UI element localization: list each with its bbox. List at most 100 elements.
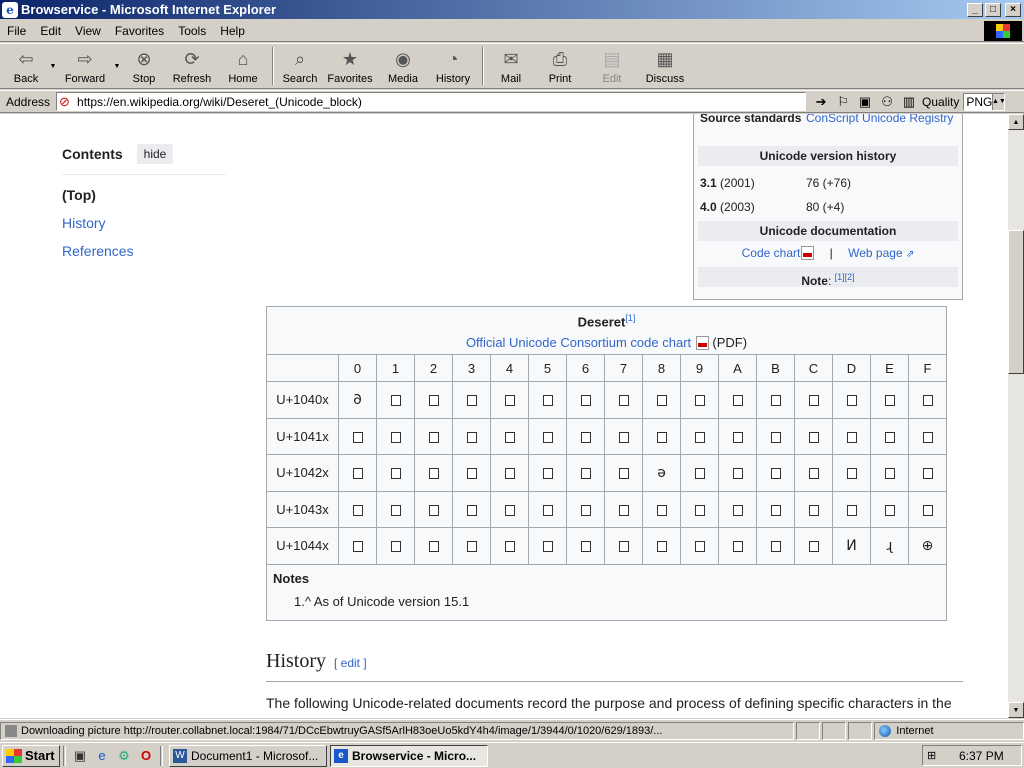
codepoint-cell[interactable]: [376, 381, 415, 419]
codepoint-cell[interactable]: ɻ: [870, 527, 909, 565]
favorites-button[interactable]: ★ Favorites: [322, 44, 378, 88]
codepoint-cell[interactable]: [680, 381, 719, 419]
codepoint-cell[interactable]: [680, 454, 719, 492]
scroll-thumb[interactable]: [1008, 230, 1024, 374]
ie-app-icon[interactable]: e: [2, 1, 18, 18]
codepoint-cell[interactable]: [338, 527, 377, 565]
refresh-button[interactable]: ⟳ Refresh: [166, 44, 218, 88]
ie-quicklaunch-icon[interactable]: e: [93, 747, 111, 765]
codepoint-cell[interactable]: И: [832, 527, 871, 565]
infobox-source-link[interactable]: ConScript Unicode Registry: [806, 114, 958, 125]
minimize-button[interactable]: _: [967, 2, 983, 17]
codepoint-cell[interactable]: [414, 454, 453, 492]
menu-help[interactable]: Help: [213, 24, 252, 38]
codepoint-cell[interactable]: [376, 417, 415, 455]
toc-item-history[interactable]: History: [62, 215, 226, 233]
codepoint-cell[interactable]: [376, 527, 415, 565]
code-chart-pdf-link[interactable]: Official Unicode Consortium code chart: [466, 335, 691, 350]
table-title-ref[interactable]: [1]: [625, 313, 635, 323]
home-button[interactable]: ⌂ Home: [218, 44, 268, 88]
codepoint-cell[interactable]: [414, 490, 453, 528]
close-button[interactable]: ×: [1005, 2, 1021, 17]
codepoint-cell[interactable]: [452, 527, 491, 565]
codepoint-cell[interactable]: [490, 381, 529, 419]
spin-arrow-icon[interactable]: ▲▼: [992, 93, 1006, 110]
codepoint-cell[interactable]: [680, 490, 719, 528]
codepoint-cell[interactable]: [718, 454, 757, 492]
note-references[interactable]: [1][2]: [835, 272, 855, 282]
discuss-button[interactable]: ▦ Discuss: [638, 44, 692, 88]
codepoint-cell[interactable]: [566, 381, 605, 419]
codepoint-cell[interactable]: [338, 454, 377, 492]
toc-item-references[interactable]: References: [62, 243, 226, 261]
codepoint-cell[interactable]: [338, 417, 377, 455]
code-chart-link[interactable]: Code chart: [742, 246, 801, 260]
codepoint-cell[interactable]: [528, 527, 567, 565]
codepoint-cell[interactable]: [908, 490, 947, 528]
codepoint-cell[interactable]: [870, 381, 909, 419]
bookmark-icon[interactable]: ⚐: [834, 94, 852, 110]
task-word-document[interactable]: W Document1 - Microsof...: [169, 744, 327, 767]
codepoint-cell[interactable]: [794, 381, 833, 419]
codepoint-cell[interactable]: [756, 381, 795, 419]
codepoint-cell[interactable]: [376, 454, 415, 492]
scroll-down-icon[interactable]: ▼: [1008, 702, 1024, 718]
codepoint-cell[interactable]: [528, 381, 567, 419]
codepoint-cell[interactable]: [452, 454, 491, 492]
history-button[interactable]: ◔ History: [428, 44, 478, 88]
toc-item-top[interactable]: (Top): [62, 187, 226, 205]
codepoint-cell[interactable]: [452, 417, 491, 455]
menu-view[interactable]: View: [68, 24, 108, 38]
codepoint-cell[interactable]: [566, 527, 605, 565]
quality-select[interactable]: PNG ▲▼: [963, 92, 1006, 111]
codepoint-cell[interactable]: [756, 417, 795, 455]
codepoint-cell[interactable]: 𐐀: [338, 381, 377, 419]
start-button[interactable]: Start: [2, 744, 60, 767]
forward-button[interactable]: ⇨ Forward: [58, 44, 112, 88]
codepoint-cell[interactable]: [908, 417, 947, 455]
back-button[interactable]: ⇦ Back: [4, 44, 48, 88]
codepoint-cell[interactable]: [338, 490, 377, 528]
codepoint-cell[interactable]: [604, 381, 643, 419]
menu-file[interactable]: File: [0, 24, 33, 38]
codepoint-cell[interactable]: [566, 454, 605, 492]
codepoint-cell[interactable]: [718, 381, 757, 419]
maximize-button[interactable]: □: [985, 2, 1001, 17]
codepoint-cell[interactable]: [908, 454, 947, 492]
codepoint-cell[interactable]: [718, 417, 757, 455]
codepoint-cell[interactable]: [490, 417, 529, 455]
codepoint-cell[interactable]: [756, 490, 795, 528]
network-icon[interactable]: ⚙: [115, 747, 133, 765]
toc-hide-button[interactable]: hide: [136, 144, 174, 164]
codepoint-cell[interactable]: [604, 454, 643, 492]
codepoint-cell[interactable]: [452, 490, 491, 528]
codepoint-cell[interactable]: [832, 454, 871, 492]
codepoint-cell[interactable]: [414, 381, 453, 419]
codepoint-cell[interactable]: [604, 527, 643, 565]
codepoint-cell[interactable]: [756, 527, 795, 565]
codepoint-cell[interactable]: [908, 381, 947, 419]
codepoint-cell[interactable]: [414, 527, 453, 565]
codepoint-cell[interactable]: [832, 490, 871, 528]
menu-tools[interactable]: Tools: [171, 24, 213, 38]
codepoint-cell[interactable]: [452, 381, 491, 419]
codepoint-cell[interactable]: ⊕: [908, 527, 947, 565]
print-button[interactable]: ⎙ Print: [534, 44, 586, 88]
codepoint-cell[interactable]: [642, 490, 681, 528]
edit-button[interactable]: ▤ Edit: [586, 44, 638, 88]
search-button[interactable]: ⌕ Search: [278, 44, 322, 88]
mail-button[interactable]: ✉ Mail: [488, 44, 534, 88]
go-arrow-icon[interactable]: ➔: [812, 94, 830, 110]
codepoint-cell[interactable]: [642, 381, 681, 419]
codepoint-cell[interactable]: [794, 417, 833, 455]
codepoint-cell[interactable]: [794, 527, 833, 565]
codepoint-cell[interactable]: [870, 490, 909, 528]
codepoint-cell[interactable]: [756, 454, 795, 492]
codepoint-cell[interactable]: ə: [642, 454, 681, 492]
codepoint-cell[interactable]: [642, 527, 681, 565]
web-page-link[interactable]: Web page: [848, 246, 903, 260]
opera-icon[interactable]: O: [137, 747, 155, 765]
codepoint-cell[interactable]: [604, 490, 643, 528]
history-edit-link[interactable]: [ edit ]: [334, 656, 367, 670]
codepoint-cell[interactable]: [490, 527, 529, 565]
